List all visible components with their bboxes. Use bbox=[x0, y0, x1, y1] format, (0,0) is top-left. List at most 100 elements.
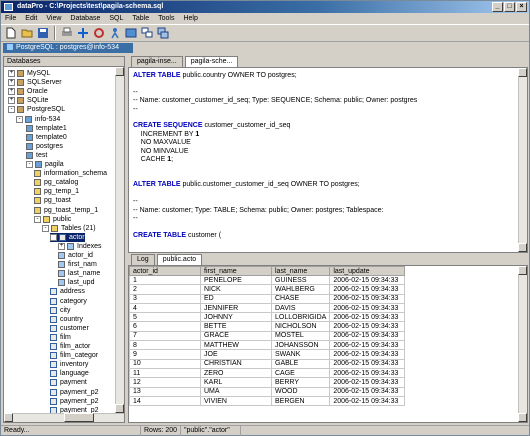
table-cell[interactable]: WOOD bbox=[270, 386, 331, 397]
close-button[interactable]: × bbox=[516, 2, 527, 12]
tree-item[interactable]: payment_p2 bbox=[50, 406, 99, 413]
table-cell[interactable]: 2006-02-15 09:34:33 bbox=[329, 321, 406, 332]
editor-tab[interactable]: pagila-sche... bbox=[184, 56, 239, 67]
scroll-down-button[interactable] bbox=[518, 243, 527, 252]
tree-item[interactable]: template0 bbox=[26, 133, 67, 142]
minimize-button[interactable]: _ bbox=[492, 2, 503, 12]
table-cell[interactable]: MATTHEW bbox=[200, 340, 272, 351]
column-header[interactable]: last_update bbox=[329, 266, 406, 276]
tree-item[interactable]: pg_toast bbox=[34, 196, 71, 205]
menu-view[interactable]: View bbox=[46, 13, 61, 24]
scroll-left-button[interactable] bbox=[4, 413, 13, 422]
menu-tools[interactable]: Tools bbox=[158, 13, 174, 24]
table-cell[interactable]: DAVIS bbox=[270, 302, 331, 314]
table-cell[interactable]: VIVIEN bbox=[200, 395, 272, 407]
tree-item[interactable]: country bbox=[50, 315, 83, 324]
collapse-icon[interactable]: - bbox=[42, 224, 49, 232]
tree-item[interactable]: actor_id bbox=[58, 251, 93, 260]
table-cell[interactable]: 2006-02-15 09:34:33 bbox=[329, 395, 406, 407]
tree-item[interactable]: last_name bbox=[58, 269, 100, 278]
collapse-icon[interactable]: - bbox=[50, 233, 57, 241]
table-cell[interactable]: 4 bbox=[129, 302, 201, 314]
table-cell[interactable]: GUINESS bbox=[270, 274, 331, 286]
table-cell[interactable]: 8 bbox=[129, 340, 201, 351]
refresh-icon[interactable] bbox=[92, 26, 106, 40]
table-row[interactable]: 9 JOE SWANK 2006-02-15 09:34:33 bbox=[129, 349, 406, 360]
tree-item[interactable]: - Tables (21) bbox=[42, 224, 96, 233]
table-cell[interactable]: 10 bbox=[129, 358, 201, 369]
tree-item[interactable]: inventory bbox=[50, 360, 88, 369]
table-row[interactable]: 10 CHRISTIAN GABLE 2006-02-15 09:34:33 bbox=[129, 358, 406, 369]
tree-item[interactable]: last_upd bbox=[58, 278, 94, 287]
table-cell[interactable]: 3 bbox=[129, 293, 201, 304]
open-folder-icon[interactable] bbox=[20, 26, 34, 40]
collapse-icon[interactable]: - bbox=[16, 115, 23, 123]
table-cell[interactable]: CAGE bbox=[270, 367, 331, 379]
tree-item[interactable]: payment_p2 bbox=[50, 397, 99, 406]
table-row[interactable]: 14 VIVIEN BERGEN 2006-02-15 09:34:33 bbox=[129, 395, 406, 407]
explorer-vertical-scrollbar[interactable] bbox=[115, 67, 124, 413]
menu-help[interactable]: Help bbox=[183, 13, 197, 24]
table-cell[interactable]: 2006-02-15 09:34:33 bbox=[329, 340, 406, 351]
menu-file[interactable]: File bbox=[5, 13, 16, 24]
table-cell[interactable]: 1 bbox=[129, 274, 201, 286]
expand-icon[interactable]: + bbox=[8, 88, 15, 96]
table-cell[interactable]: 14 bbox=[129, 395, 201, 407]
table-cell[interactable]: NICHOLSON bbox=[270, 321, 331, 332]
table-cell[interactable]: WAHLBERG bbox=[270, 284, 331, 295]
tree-item[interactable]: payment bbox=[50, 378, 87, 387]
editor-tab[interactable]: pagila-inse... bbox=[131, 56, 183, 67]
table-cell[interactable]: 2006-02-15 09:34:33 bbox=[329, 386, 406, 397]
table-cell[interactable]: CHRISTIAN bbox=[200, 358, 272, 369]
expand-icon[interactable]: + bbox=[58, 242, 65, 250]
menu-sql[interactable]: SQL bbox=[109, 13, 123, 24]
table-cell[interactable]: JENNIFER bbox=[200, 302, 272, 314]
tree-item[interactable]: film bbox=[50, 333, 71, 342]
tree-item[interactable]: payment_p2 bbox=[50, 388, 99, 397]
table-cell[interactable]: 2006-02-15 09:34:33 bbox=[329, 367, 406, 379]
table-cell[interactable]: BERGEN bbox=[270, 395, 331, 407]
table-cell[interactable]: NICK bbox=[200, 284, 272, 295]
tree-item[interactable]: - public bbox=[34, 215, 71, 224]
collapse-icon[interactable]: - bbox=[26, 161, 33, 168]
tree-item[interactable]: pg_toast_temp_1 bbox=[34, 206, 98, 215]
table-cell[interactable]: 13 bbox=[129, 386, 201, 397]
tree-item[interactable]: postgres bbox=[26, 142, 63, 151]
table-cell[interactable]: 2006-02-15 09:34:33 bbox=[329, 312, 406, 323]
scroll-up-button[interactable] bbox=[518, 266, 527, 275]
table-cell[interactable]: JOHANSSON bbox=[270, 340, 331, 351]
tree-item[interactable]: - PostgreSQL bbox=[8, 105, 65, 114]
table-cell[interactable]: 2006-02-15 09:34:33 bbox=[329, 302, 406, 314]
expand-icon[interactable]: + bbox=[8, 79, 15, 87]
run-icon[interactable] bbox=[108, 26, 122, 40]
table-cell[interactable]: 2006-02-15 09:34:33 bbox=[329, 349, 406, 360]
scroll-thumb[interactable] bbox=[64, 413, 94, 422]
tree-item[interactable]: + Oracle bbox=[8, 87, 48, 96]
table-cell[interactable]: BETTE bbox=[200, 321, 272, 332]
table-cell[interactable]: 9 bbox=[129, 349, 201, 360]
expand-icon[interactable]: + bbox=[8, 70, 15, 77]
table-row[interactable]: 5 JOHNNY LOLLOBRIGIDA 2006-02-15 09:34:33 bbox=[129, 312, 406, 323]
table-cell[interactable]: UMA bbox=[200, 386, 272, 397]
table-row[interactable]: 11 ZERO CAGE 2006-02-15 09:34:33 bbox=[129, 367, 406, 379]
tree-item[interactable]: - actor bbox=[50, 232, 85, 242]
maximize-button[interactable]: □ bbox=[504, 2, 515, 12]
tree-item[interactable]: film_actor bbox=[50, 342, 90, 351]
tree-item[interactable]: pg_catalog bbox=[34, 178, 78, 187]
table-cell[interactable]: 2006-02-15 09:34:33 bbox=[329, 330, 406, 342]
scroll-up-button[interactable] bbox=[518, 68, 527, 77]
grid-vertical-scrollbar[interactable] bbox=[518, 266, 527, 422]
table-cell[interactable]: SWANK bbox=[270, 349, 331, 360]
column-header[interactable]: actor_id bbox=[129, 266, 201, 276]
table-cell[interactable]: CHASE bbox=[270, 293, 331, 304]
tree-item[interactable]: first_nam bbox=[58, 260, 97, 269]
table-cell[interactable]: ZERO bbox=[200, 367, 272, 379]
scroll-down-button[interactable] bbox=[518, 413, 527, 422]
editor-vertical-scrollbar[interactable] bbox=[518, 68, 527, 252]
table-cell[interactable]: 5 bbox=[129, 312, 201, 323]
tree-item[interactable]: + MySQL bbox=[8, 69, 50, 78]
table-cell[interactable]: 2006-02-15 09:34:33 bbox=[329, 274, 406, 286]
save-icon[interactable] bbox=[36, 26, 50, 40]
menu-edit[interactable]: Edit bbox=[25, 13, 37, 24]
table-row[interactable]: 3 ED CHASE 2006-02-15 09:34:33 bbox=[129, 293, 406, 304]
